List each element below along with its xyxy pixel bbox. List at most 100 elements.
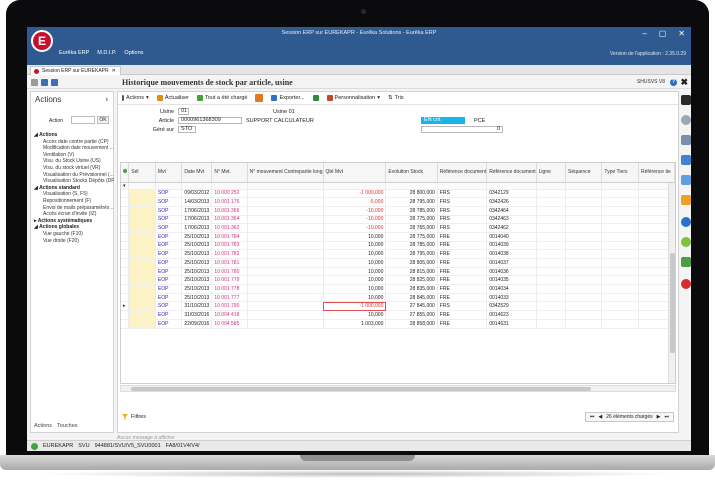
- grid-view-button[interactable]: [255, 94, 264, 102]
- row-indicator[interactable]: [121, 258, 130, 268]
- tree-item[interactable]: Visualisation (S, F5): [34, 191, 114, 198]
- menu-item-mdip[interactable]: M.D.I.P.: [97, 50, 116, 56]
- row-indicator[interactable]: [121, 197, 130, 207]
- all-loaded-button[interactable]: Tout a été chargé: [196, 95, 247, 101]
- row-indicator[interactable]: [121, 189, 130, 199]
- tree-item[interactable]: Envoi de mails préparamétrés ...: [34, 205, 114, 212]
- row-indicator[interactable]: [121, 284, 130, 294]
- vertical-scrollbar[interactable]: [668, 183, 675, 383]
- table-row[interactable]: EOP 25/10/2013 10 001 782 10,000 28 795,000 F…: [121, 249, 675, 259]
- home-icon[interactable]: [41, 79, 48, 86]
- filter-row[interactable]: ▾: [121, 182, 675, 190]
- help-icon[interactable]: ?: [670, 79, 677, 86]
- tree-item[interactable]: Visu. du stock virtuel (VR): [34, 165, 114, 172]
- table-row[interactable]: SOP 09/03/2012 10 000 252 -1 000,000 28 800,…: [121, 189, 675, 199]
- tree-section[interactable]: ◢ Actions globales: [34, 224, 114, 231]
- table-row[interactable]: SOP 17/06/2013 10 001 366 -10,000 28 785,000…: [121, 206, 675, 216]
- document-icon[interactable]: [681, 257, 691, 267]
- tree-item[interactable]: Repositionnement (F): [34, 198, 114, 205]
- usine-field[interactable]: 01: [178, 108, 189, 115]
- qty-field[interactable]: 0: [421, 126, 503, 133]
- row-indicator[interactable]: [121, 267, 130, 277]
- action-input[interactable]: [71, 116, 95, 124]
- back-icon[interactable]: [31, 79, 38, 86]
- row-indicator[interactable]: [121, 249, 130, 259]
- tree-item[interactable]: Ventilation (V): [34, 152, 114, 159]
- column-header[interactable]: Référence document: [486, 163, 537, 183]
- maximize-icon[interactable]: ▢: [659, 29, 667, 38]
- article-field[interactable]: 0000961368309: [178, 117, 242, 124]
- minimize-icon[interactable]: –: [642, 29, 646, 38]
- close-page-icon[interactable]: ✖: [680, 77, 688, 88]
- session-tab[interactable]: Session ERP sur EUREKAPR ✕: [30, 66, 121, 75]
- tree-section[interactable]: ◢ Actions: [34, 132, 114, 139]
- table-row[interactable]: SOP 17/06/2013 10 001 362 -10,000 28 765,000…: [121, 223, 675, 233]
- tree-item[interactable]: Vue gauche (F10): [34, 231, 114, 238]
- column-header[interactable]: Séquence: [565, 163, 603, 183]
- search-red-icon[interactable]: [681, 279, 691, 289]
- column-header[interactable]: Ligne: [536, 163, 567, 183]
- refresh-button[interactable]: Actualiser: [156, 95, 189, 101]
- tree-item[interactable]: Vue droite (F20): [34, 238, 114, 245]
- table-row[interactable]: EOP 31/03/2016 10 004 418 10,000 27 855,000 F…: [121, 310, 675, 320]
- column-header[interactable]: Mvt: [155, 163, 183, 183]
- magnifier-icon[interactable]: [681, 115, 691, 125]
- tree-item[interactable]: Visualisation Stocks Dépôts (DP): [34, 178, 114, 185]
- row-indicator[interactable]: [121, 223, 130, 233]
- tab-actions[interactable]: Actions: [34, 423, 52, 429]
- vertical-scroll-thumb[interactable]: [670, 253, 675, 353]
- sort-button[interactable]: ⇅ Tris: [388, 95, 404, 101]
- screen-icon[interactable]: [681, 155, 691, 165]
- table-row[interactable]: EOP 25/10/2013 10 001 777 10,000 28 845,000 F…: [121, 293, 675, 303]
- gere-field[interactable]: STO: [178, 126, 196, 133]
- row-indicator[interactable]: [121, 319, 130, 329]
- column-header[interactable]: Qté Mvt: [323, 163, 387, 183]
- tab-touches[interactable]: Touches: [57, 423, 78, 429]
- table-row[interactable]: EOP 25/10/2013 10 001 780 10,000 28 815,000 F…: [121, 267, 675, 277]
- tree-item[interactable]: Modification date mouvement ...: [34, 145, 114, 152]
- table-row[interactable]: EOP 25/10/2013 10 001 779 10,000 28 825,000 F…: [121, 275, 675, 286]
- column-header[interactable]: Date Mvt: [181, 163, 213, 183]
- excel-button[interactable]: [312, 95, 319, 101]
- export-button[interactable]: Exporter...: [271, 95, 305, 101]
- horizontal-scrollbar[interactable]: [120, 385, 676, 392]
- column-header[interactable]: Référence document: [437, 163, 488, 183]
- first-page-icon[interactable]: ⏮: [590, 414, 595, 420]
- row-indicator[interactable]: [121, 241, 130, 251]
- horizontal-scroll-thumb[interactable]: [131, 387, 591, 391]
- next-page-icon[interactable]: ▶: [657, 414, 661, 420]
- tree-item[interactable]: Visu. du Stock Usine (US): [34, 158, 114, 165]
- tree-section[interactable]: ▸ Actions systématiques: [34, 218, 114, 225]
- custom-button[interactable]: Personnalisation ▾: [326, 95, 380, 101]
- column-header[interactable]: N° mouvement Contrepartie long: [247, 163, 324, 183]
- tree-item[interactable]: Accès écran d'invite (IZ): [34, 211, 114, 218]
- terminal-icon[interactable]: [681, 95, 691, 105]
- last-page-icon[interactable]: ⏭: [664, 414, 669, 420]
- row-indicator[interactable]: [121, 293, 130, 303]
- tree-item[interactable]: Accès date contre partie (CP): [34, 139, 114, 146]
- table-row[interactable]: EOP 25/10/2013 10 001 781 10,000 28 805,000 F…: [121, 258, 675, 268]
- filter-cell[interactable]: ▾: [121, 182, 130, 190]
- help-circle-icon[interactable]: [681, 217, 691, 227]
- table-row[interactable]: EOP 22/09/2016 10 004 585 1 003,000 28 858,0…: [121, 319, 675, 329]
- table-row[interactable]: EOP 25/10/2013 10 001 783 10,000 28 785,000 F…: [121, 241, 675, 251]
- tab-close-icon[interactable]: ✕: [112, 68, 116, 74]
- printer-icon[interactable]: [681, 135, 691, 145]
- row-indicator[interactable]: [121, 275, 130, 286]
- column-header[interactable]: Sél: [128, 163, 156, 183]
- calendar-icon[interactable]: [681, 195, 691, 205]
- column-header[interactable]: N° Mvt.: [211, 163, 248, 183]
- history-icon[interactable]: [51, 79, 58, 86]
- menu-item-eureka[interactable]: Eurêka ERP: [59, 50, 89, 56]
- filters-button[interactable]: Filtres: [122, 414, 146, 420]
- pin-icon[interactable]: ⇟: [105, 97, 109, 103]
- row-indicator[interactable]: [121, 232, 130, 242]
- tree-item[interactable]: Visualisation du Prévisionnel (...: [34, 172, 114, 179]
- row-indicator[interactable]: [121, 310, 130, 320]
- row-indicator[interactable]: [121, 206, 130, 216]
- actions-menu[interactable]: Actions ▾: [122, 95, 149, 101]
- menu-item-options[interactable]: Options: [124, 50, 143, 56]
- window-icon[interactable]: [681, 175, 691, 185]
- column-header[interactable]: Type Tiers: [601, 163, 639, 183]
- tree-section[interactable]: ◢ Actions standard: [34, 185, 114, 192]
